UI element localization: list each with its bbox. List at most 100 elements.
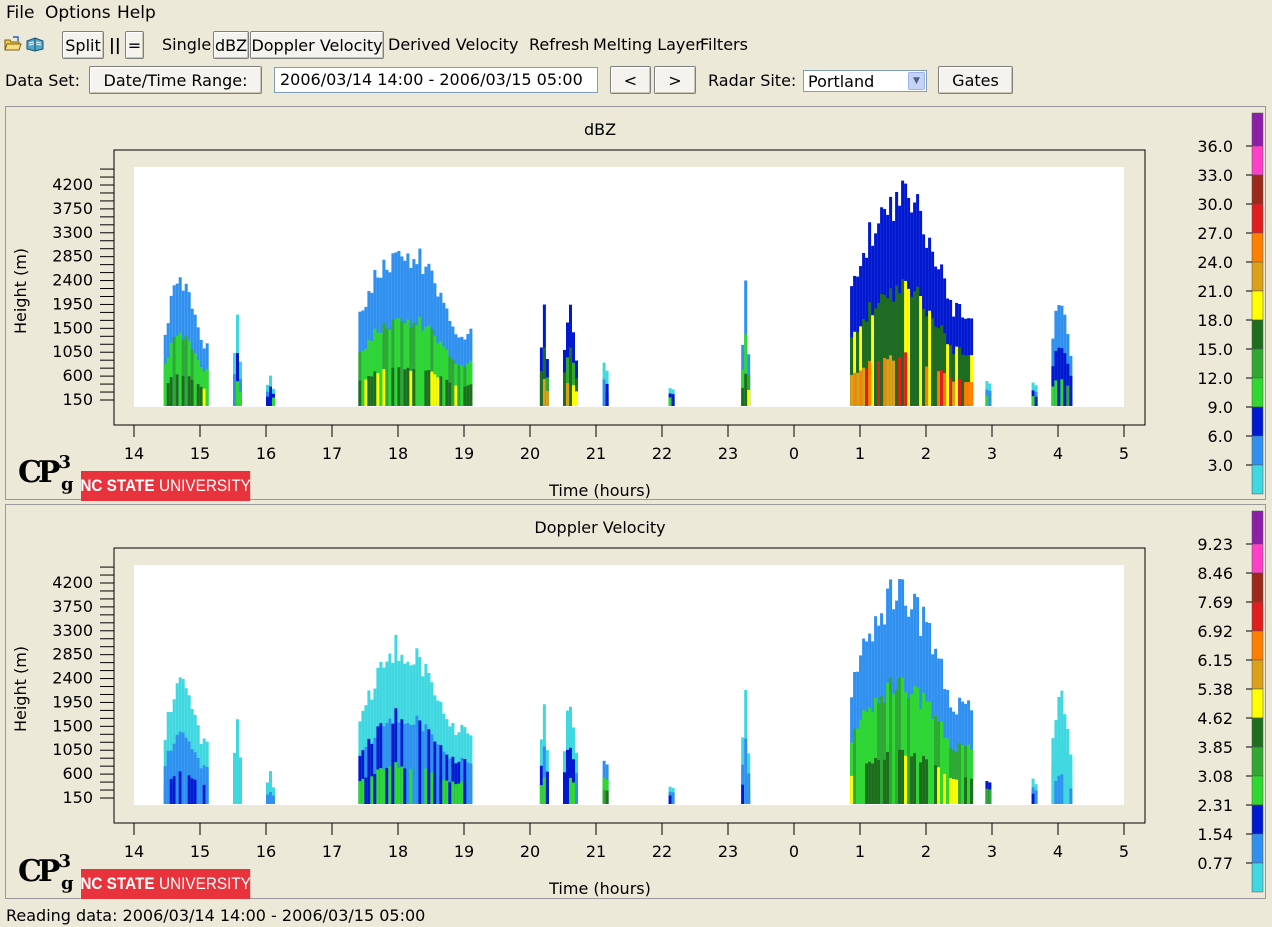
previous-button[interactable]: < [610, 66, 651, 94]
echo-column-peak [925, 759, 929, 804]
echo-column-core [239, 775, 242, 804]
menu-bar: File Options Help [0, 0, 1272, 27]
refresh-toggle[interactable]: Refresh [529, 35, 589, 54]
echo-column-core [451, 359, 455, 406]
colorbar-label: 21.0 [1197, 282, 1233, 301]
echo-column-peak [358, 781, 362, 804]
colorbar-swatch [1251, 717, 1264, 748]
echo-column-peak [382, 769, 386, 804]
echo-column-peak [868, 360, 872, 406]
menu-options[interactable]: Options [45, 3, 111, 23]
echo-column-core [418, 720, 422, 804]
colorbar-swatch [1251, 145, 1264, 176]
colorbar-swatch [1251, 572, 1264, 603]
echo-column-peak [397, 767, 401, 804]
echo-column-peak [940, 370, 944, 406]
echo-column-peak [919, 762, 923, 804]
echo-column-core [1066, 760, 1070, 804]
cp3g-logo: CP 3g [18, 452, 74, 495]
single-toggle[interactable]: Single [162, 35, 211, 54]
derived-velocity-toggle[interactable]: Derived Velocity [388, 35, 519, 54]
echo-column-peak [602, 789, 606, 804]
echo-column-peak [463, 782, 467, 804]
echo-column-core [1063, 353, 1067, 406]
parallel-toggle[interactable]: || [109, 35, 121, 54]
echo-column-peak [542, 777, 546, 804]
echo-column-core [901, 279, 905, 406]
colorbar-swatch [1251, 862, 1264, 893]
echo-column-peak [439, 776, 443, 804]
echo-column-core [913, 291, 917, 406]
open-folder-icon[interactable] [4, 35, 22, 53]
echo-column-peak [239, 391, 242, 406]
echo-column-peak [877, 760, 881, 804]
y-tick-label: 1950 [52, 294, 93, 313]
gates-button[interactable]: Gates [938, 66, 1013, 94]
echo-column-peak [172, 776, 176, 804]
echo-column-core [385, 328, 389, 406]
colorbar-swatch [1251, 833, 1264, 864]
split-button[interactable]: Split [62, 31, 104, 59]
echo-column-core [961, 354, 965, 406]
echo-column-core [931, 318, 935, 406]
echo-column-peak [1054, 380, 1058, 406]
menu-help[interactable]: Help [117, 3, 156, 23]
open-book-icon[interactable] [26, 35, 44, 53]
echo-column-peak [985, 395, 989, 406]
echo-column-core [205, 766, 209, 804]
echo-column-peak [187, 775, 191, 804]
y-tick-label: 1950 [52, 692, 93, 711]
chart-title: dBZ [584, 120, 616, 139]
colorbar-label: 36.0 [1197, 137, 1233, 156]
melting-layer-toggle[interactable]: Melting Layer [593, 35, 702, 54]
echo-column-peak [166, 383, 170, 406]
echo-column-peak [199, 386, 203, 406]
echo-column-peak [904, 352, 908, 406]
next-button[interactable]: > [654, 66, 696, 94]
echo-column-core [928, 310, 932, 406]
colorbar-swatch [1251, 804, 1264, 835]
filters-toggle[interactable]: Filters [700, 35, 748, 54]
echo-column-peak [451, 781, 455, 804]
menu-file[interactable]: File [6, 3, 34, 23]
echo-cell [668, 388, 675, 406]
echo-column-peak [913, 753, 917, 804]
colorbar-label: 6.15 [1197, 651, 1233, 670]
echo-column-core [1034, 790, 1038, 804]
echo-column-peak [671, 397, 675, 406]
y-tick-label: 150 [62, 390, 93, 409]
colorbar-swatch [1251, 406, 1264, 437]
echo-column-peak [898, 357, 902, 406]
dbz-button[interactable]: dBZ [213, 31, 249, 59]
echo-column-peak [409, 370, 413, 406]
echo-column-peak [466, 385, 470, 406]
chevron-down-icon[interactable]: ▼ [908, 72, 925, 90]
echo-column-core [871, 315, 875, 406]
x-tick-label: 5 [1119, 842, 1129, 861]
y-tick-label: 2850 [52, 247, 93, 266]
echo-column-peak [539, 785, 543, 804]
echo-column-peak [668, 795, 672, 804]
echo-column-peak [741, 387, 745, 406]
echo-column-core [421, 330, 425, 406]
radar-site-select[interactable]: Portland ▼ [803, 70, 927, 92]
status-bar: Reading data: 2006/03/14 14:00 - 2006/03… [6, 906, 426, 925]
date-time-range-button[interactable]: Date/Time Range: [89, 66, 262, 94]
echo-column-peak [865, 368, 869, 406]
echo-column-core [1057, 347, 1061, 406]
echo-column-core [563, 772, 566, 804]
echo-column-peak [469, 384, 473, 406]
x-tick-label: 23 [718, 444, 738, 463]
echo-column-peak [266, 396, 269, 406]
x-tick-label: 22 [652, 842, 672, 861]
equals-button[interactable]: = [125, 31, 144, 59]
date-time-range-field[interactable]: 2006/03/14 14:00 - 2006/03/15 05:00 [274, 67, 598, 93]
doppler-velocity-button[interactable]: Doppler Velocity [250, 31, 384, 59]
ncsu-logo: NC STATE UNIVERSITY [80, 471, 251, 501]
echo-column-core [928, 701, 932, 804]
echo-column-peak [1034, 396, 1038, 406]
echo-column-peak [178, 771, 182, 804]
x-tick-label: 18 [388, 842, 408, 861]
x-tick-label: 19 [454, 842, 474, 861]
colorbar-swatch [1251, 174, 1264, 205]
